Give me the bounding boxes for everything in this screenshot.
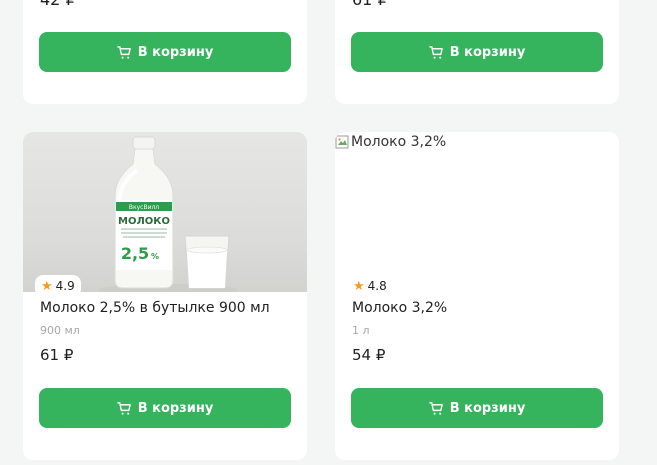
- product-card-top-1: 42 ₽ В корзину: [23, 0, 307, 104]
- rating-value: 4.9: [55, 279, 75, 293]
- add-to-cart-button[interactable]: В корзину: [351, 32, 603, 72]
- product-card-top-2: 61 ₽ В корзину: [335, 0, 619, 104]
- product-card: Молоко 3,2% ★ 4.8 Молоко 3,2% 1 л 54 ₽ В…: [335, 132, 619, 460]
- star-icon: ★: [41, 278, 53, 294]
- product-image[interactable]: ВкусВилл МОЛОКО 2,5 %: [23, 132, 307, 292]
- bottle-brand: ВкусВилл: [129, 204, 159, 211]
- star-icon: ★: [353, 278, 365, 294]
- price: 61 ₽: [352, 0, 388, 9]
- bottle-label-percent: 2,5: [121, 244, 149, 263]
- rating-badge: ★ 4.9: [35, 275, 81, 297]
- bottle-label-title: МОЛОКО: [118, 216, 170, 227]
- cart-icon: [116, 45, 131, 59]
- product-weight: 1 л: [352, 324, 370, 337]
- cart-icon: [428, 45, 443, 59]
- product-card: ВкусВилл МОЛОКО 2,5 % ★ 4.9 Молоко 2,5% …: [23, 132, 307, 460]
- cart-icon: [428, 401, 443, 415]
- product-price: 54 ₽: [352, 346, 386, 364]
- product-price: 61 ₽: [40, 346, 74, 364]
- product-image[interactable]: Молоко 3,2%: [335, 132, 619, 292]
- price: 42 ₽: [40, 0, 76, 9]
- add-to-cart-button[interactable]: В корзину: [351, 388, 603, 428]
- add-to-cart-label: В корзину: [449, 44, 526, 60]
- add-to-cart-button[interactable]: В корзину: [39, 32, 291, 72]
- cart-icon: [116, 401, 131, 415]
- add-to-cart-label: В корзину: [137, 400, 214, 416]
- add-to-cart-button[interactable]: В корзину: [39, 388, 291, 428]
- image-alt-text: Молоко 3,2%: [335, 134, 446, 150]
- milk-bottle-photo: ВкусВилл МОЛОКО 2,5 %: [98, 136, 238, 292]
- product-weight: 900 мл: [40, 324, 80, 337]
- image-alt-label: Молоко 3,2%: [351, 134, 447, 150]
- rating-value: 4.8: [367, 279, 387, 293]
- rating-badge: ★ 4.8: [347, 275, 393, 297]
- broken-image-icon: [335, 135, 349, 149]
- product-name[interactable]: Молоко 2,5% в бутылке 900 мл: [40, 300, 270, 316]
- add-to-cart-label: В корзину: [137, 44, 214, 60]
- add-to-cart-label: В корзину: [449, 400, 526, 416]
- bottle-label-unit: %: [151, 252, 159, 261]
- product-name[interactable]: Молоко 3,2%: [352, 300, 447, 316]
